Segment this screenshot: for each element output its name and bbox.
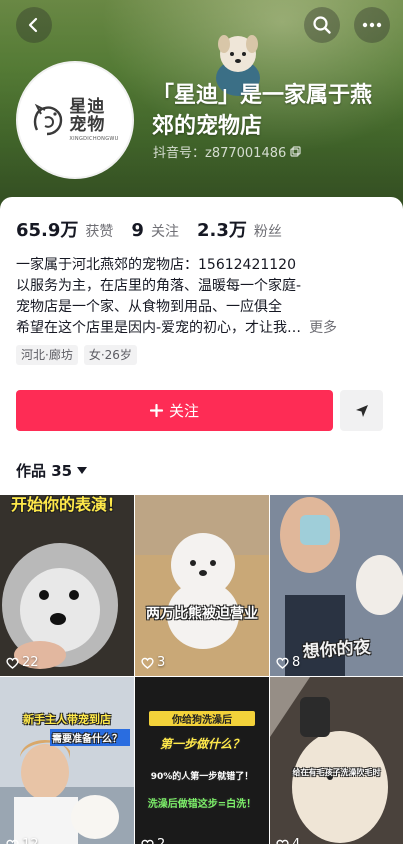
like-count-value: 22	[22, 655, 39, 670]
video-grid: 开始你的表演！ 22 两万比熊被迫营业 3 想你的夜 8 新手主人带宠到店 需要…	[0, 495, 403, 844]
bio-line: 以服务为主，在店里的角落、温暖每一个家庭-	[16, 278, 302, 294]
bio-more-link[interactable]: 更多	[309, 318, 337, 339]
caret-down-icon	[77, 467, 88, 474]
back-button[interactable]	[16, 7, 52, 43]
profile-name: 「星迪」是一家属于燕郊的宠物店	[152, 83, 373, 139]
stat-label: 关注	[150, 224, 179, 240]
like-count: 12	[6, 837, 39, 844]
stats-row: 65.9万 获赞 9 关注 2.3万 粉丝	[16, 216, 300, 242]
douyin-id[interactable]: 抖音号：z877001486	[153, 142, 301, 161]
heart-icon	[141, 839, 154, 844]
stat-value: 2.3万	[196, 220, 247, 241]
heart-icon	[276, 657, 289, 669]
stat-label: 粉丝	[253, 224, 282, 240]
works-tab[interactable]: 作品 35	[16, 460, 88, 481]
like-count: 3	[141, 655, 165, 670]
bio-line: 宠物店是一个家、从食物到用品、一应俱全	[16, 299, 282, 315]
like-count: 22	[6, 655, 39, 670]
video-caption: 开始你的表演！	[10, 495, 123, 514]
video-thumbnail[interactable]: 给在有毛孩子洗澡吹毛时 4	[270, 677, 403, 844]
stat-followers[interactable]: 2.3万 粉丝	[197, 216, 282, 242]
video-thumbnail[interactable]: 两万比熊被迫营业 3	[135, 495, 269, 676]
gender-age-tag: 女·26岁	[83, 345, 137, 365]
avatar[interactable]: 星迪宠物 XINGDICHONGWU	[16, 61, 134, 179]
follow-button[interactable]: 关注	[16, 390, 333, 431]
bio-line: 希望在这个店里是因内-爱宠的初心，才让我…	[16, 320, 302, 336]
video-caption-quaternary: 洗澡后做错这步=白洗！	[147, 799, 257, 810]
pet-logo-icon	[34, 103, 63, 136]
like-count: 8	[276, 655, 300, 670]
chevron-left-icon	[28, 17, 38, 33]
avatar-brand-text: 星迪宠物	[69, 97, 106, 135]
video-caption-secondary: 需要准备什么？	[50, 729, 130, 746]
search-icon	[313, 16, 331, 34]
stat-value: 9	[131, 220, 144, 241]
heart-icon	[141, 657, 154, 669]
video-caption-tertiary: 90%的人第一步就错了！	[150, 772, 254, 782]
owner-with-dog-thumbnail-image	[0, 677, 134, 844]
drying-dog-thumbnail-image	[270, 677, 403, 844]
like-count-value: 12	[22, 837, 39, 844]
follow-label: 关注	[168, 402, 199, 420]
copy-icon[interactable]	[290, 146, 301, 157]
like-count-value: 8	[292, 655, 301, 670]
plus-icon	[149, 404, 163, 417]
bio[interactable]: 一家属于河北燕郊的宠物店：15612421120 以服务为主，在店里的角落、温暖…	[16, 255, 388, 339]
like-count-value: 2	[157, 837, 165, 844]
video-caption: 新手主人带宠到店	[23, 713, 111, 726]
douyin-id-text: 抖音号：z877001486	[153, 146, 287, 161]
stat-label: 获赞	[85, 224, 114, 240]
search-button[interactable]	[304, 7, 340, 43]
video-caption: 你给狗洗澡后	[149, 711, 255, 726]
video-caption-secondary: 第一步做什么？	[159, 737, 244, 751]
profile-card: 65.9万 获赞 9 关注 2.3万 粉丝 一家属于河北燕郊的宠物店：15612…	[0, 197, 403, 844]
like-count-value: 3	[157, 655, 166, 670]
send-message-button[interactable]	[340, 390, 383, 431]
more-dots-icon	[362, 22, 382, 28]
heart-icon	[6, 839, 19, 844]
location-tag: 河北·廊坊	[16, 345, 78, 365]
heart-icon	[276, 839, 289, 844]
works-label: 作品 35	[16, 462, 73, 480]
like-count: 4	[276, 837, 300, 844]
heart-icon	[6, 657, 19, 669]
avatar-sub-text: XINGDICHONGWU	[69, 136, 119, 142]
send-icon	[355, 404, 368, 417]
bichon-thumbnail-image	[135, 495, 269, 676]
bio-line: 一家属于河北燕郊的宠物店：15612421120	[16, 257, 296, 273]
schnauzer-thumbnail-image	[0, 495, 134, 676]
stat-following[interactable]: 9 关注	[131, 220, 179, 241]
profile-tags: 河北·廊坊 女·26岁	[16, 345, 137, 365]
video-caption: 给在有毛孩子洗澡吹毛时	[292, 768, 381, 777]
like-count: 2	[141, 837, 165, 844]
video-caption: 两万比熊被迫营业	[146, 606, 258, 622]
video-thumbnail[interactable]: 开始你的表演！ 22	[0, 495, 134, 676]
like-count-value: 4	[292, 837, 300, 844]
more-button[interactable]	[354, 7, 390, 43]
stat-likes: 65.9万 获赞	[16, 216, 113, 242]
video-thumbnail[interactable]: 想你的夜 8	[270, 495, 403, 676]
video-thumbnail[interactable]: 你给狗洗澡后 第一步做什么？ 90%的人第一步就错了！ 洗澡后做错这步=白洗！ …	[135, 677, 269, 844]
video-thumbnail[interactable]: 新手主人带宠到店 需要准备什么？ 12	[0, 677, 134, 844]
stat-value: 65.9万	[16, 220, 79, 241]
